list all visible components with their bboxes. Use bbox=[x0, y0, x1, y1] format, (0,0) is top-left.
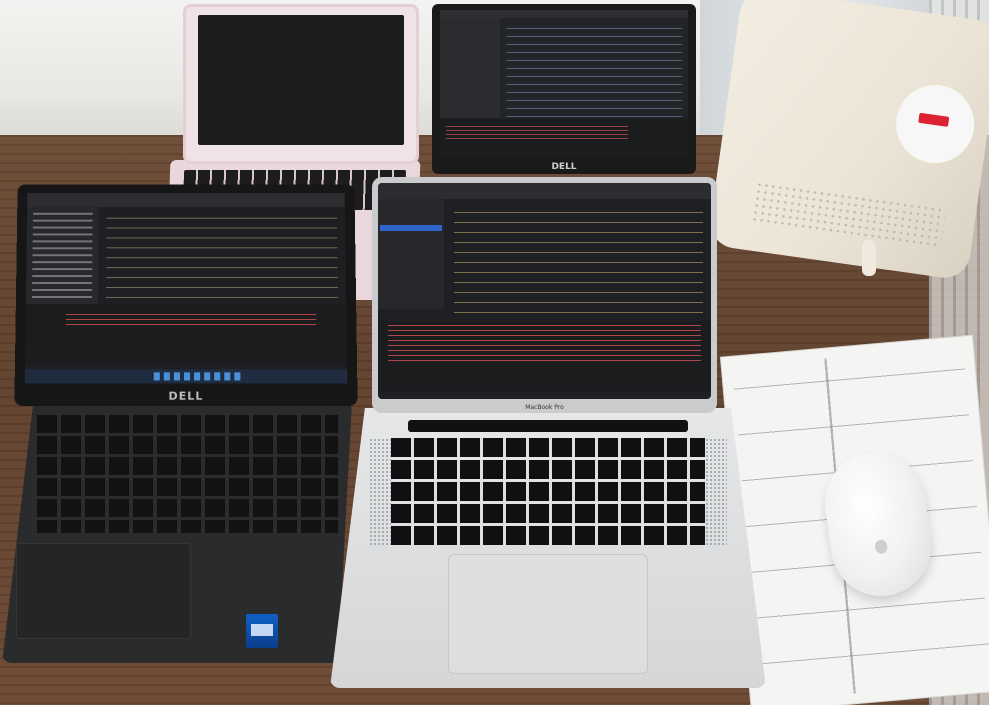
ide-code bbox=[105, 212, 339, 298]
ide-project-tree-mac bbox=[378, 199, 444, 309]
router-vents bbox=[750, 180, 947, 248]
ide-project-tree bbox=[25, 206, 99, 304]
dell-keyboard bbox=[37, 415, 338, 533]
back-laptop-lid: DELL bbox=[432, 4, 696, 174]
dell-logo-front: DELL bbox=[168, 389, 204, 403]
ide-titlebar bbox=[440, 10, 688, 18]
run-output-red-mac bbox=[388, 325, 701, 361]
speaker-grille-right bbox=[704, 438, 727, 546]
touch-bar bbox=[408, 420, 688, 432]
router bbox=[707, 0, 989, 281]
router-badge bbox=[891, 80, 980, 169]
dell-laptop-base bbox=[2, 401, 352, 663]
console-error-lines bbox=[446, 126, 628, 140]
macbook-base bbox=[330, 408, 766, 688]
ide-code-mac bbox=[454, 207, 703, 317]
macbook-keyboard bbox=[391, 438, 705, 546]
windows-taskbar bbox=[24, 369, 348, 384]
ide-tabs bbox=[27, 193, 345, 207]
speaker-grille-left bbox=[369, 438, 392, 546]
ide-code-editor bbox=[506, 24, 682, 128]
pink-laptop-screen bbox=[198, 15, 404, 145]
photo-scene: DELL DELL MacBook Pro bbox=[0, 0, 989, 705]
dell-screen bbox=[24, 193, 348, 384]
macbook-model-label: MacBook Pro bbox=[525, 404, 564, 411]
run-output-red bbox=[65, 313, 317, 329]
selected-file bbox=[380, 225, 442, 231]
pink-laptop-lid bbox=[183, 4, 419, 164]
macbook-trackpad bbox=[447, 554, 649, 674]
intel-core-sticker bbox=[246, 614, 278, 648]
ide-console bbox=[440, 118, 688, 158]
dell-logo-back: DELL bbox=[551, 162, 577, 172]
ide-toolbar bbox=[378, 183, 711, 199]
macbook-lid: MacBook Pro bbox=[372, 177, 717, 413]
apple-logo-icon bbox=[874, 539, 889, 555]
ide-run-mac bbox=[378, 321, 711, 391]
back-laptop-screen bbox=[440, 10, 688, 158]
dell-touchpad bbox=[16, 543, 191, 639]
router-badge-mark bbox=[918, 112, 950, 127]
macbook-screen bbox=[378, 183, 711, 399]
router-stand bbox=[862, 240, 876, 276]
dell-laptop-lid: DELL bbox=[14, 184, 358, 406]
ide-run-panel bbox=[25, 303, 347, 365]
